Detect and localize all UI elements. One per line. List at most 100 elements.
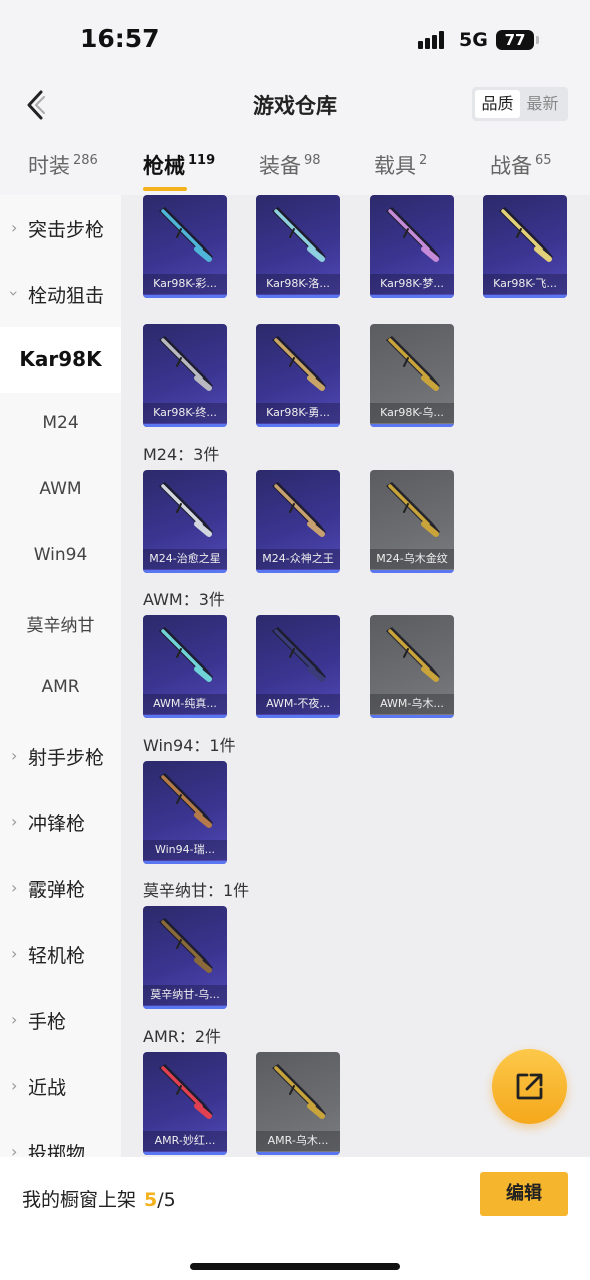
rifle-icon <box>272 207 326 262</box>
share-icon <box>516 1073 543 1100</box>
weapon-type-sidebar: › 突击步枪 › 栓动狙击 Kar98K M24 AWM Win94 莫辛纳甘 AM… <box>0 195 121 1157</box>
signal-icon <box>418 31 448 49</box>
sort-toggle: 品质 最新 <box>472 87 568 121</box>
weapon-card[interactable]: Kar98K-飞... <box>483 195 567 298</box>
weapon-name: 莫辛纳甘-乌... <box>143 985 227 1005</box>
weapon-card[interactable]: M24-众神之王 <box>256 470 340 573</box>
chevron-right-icon: › <box>11 746 18 765</box>
rarity-underline <box>256 295 340 298</box>
tab-count: 286 <box>73 153 98 168</box>
rifle-icon <box>159 207 213 262</box>
share-button[interactable] <box>492 1049 567 1124</box>
chevron-down-icon: › <box>4 290 24 297</box>
weapon-card[interactable]: Kar98K-彩... <box>143 195 227 298</box>
weapon-card[interactable]: M24-治愈之星 <box>143 470 227 573</box>
rifle-icon <box>159 336 213 391</box>
bottom-bar: 我的橱窗上架 5/5 编辑 <box>0 1157 590 1280</box>
rifle-icon <box>272 627 326 682</box>
sidebar-item-lmg[interactable]: › 轻机枪 <box>0 921 121 987</box>
rarity-underline <box>143 424 227 427</box>
weapon-name: AWM-纯真... <box>143 694 227 714</box>
sort-quality-option[interactable]: 品质 <box>475 90 520 118</box>
rarity-underline <box>143 861 227 864</box>
sidebar-item-label: 莫辛纳甘 <box>26 616 95 636</box>
weapon-card[interactable]: Kar98K-梦... <box>370 195 454 298</box>
chevron-right-icon: › <box>11 944 18 963</box>
sidebar-item-label: 近战 <box>28 1077 67 1099</box>
section-title-amr: AMR：2件 <box>143 1027 222 1046</box>
home-indicator <box>190 1263 400 1270</box>
sidebar-item-throwable[interactable]: › 投掷物 <box>0 1119 121 1157</box>
rarity-underline <box>143 715 227 718</box>
sidebar-item-label: 栓动狙击 <box>28 285 105 307</box>
sort-newest-option[interactable]: 最新 <box>520 90 565 118</box>
rarity-underline <box>256 424 340 427</box>
sidebar-item-amr[interactable]: AMR <box>0 657 121 723</box>
weapon-name: Kar98K-彩... <box>143 274 227 294</box>
sidebar-item-kar98k[interactable]: Kar98K <box>0 327 121 393</box>
battery-icon: 77 <box>496 30 539 50</box>
rifle-icon <box>386 336 440 391</box>
category-tabs: 时装 286 枪械 119 装备 98 载具 2 战备 65 <box>0 140 590 192</box>
tab-gear[interactable]: 战备 65 <box>490 150 552 180</box>
sidebar-item-label: Kar98K <box>19 347 102 371</box>
sidebar-item-awm[interactable]: AWM <box>0 459 121 525</box>
rarity-underline <box>370 295 454 298</box>
sidebar-item-pistol[interactable]: › 手枪 <box>0 987 121 1053</box>
weapon-card[interactable]: 莫辛纳甘-乌... <box>143 906 227 1009</box>
showcase-total: /5 <box>157 1189 176 1211</box>
weapon-name: Kar98K-梦... <box>370 274 454 294</box>
weapon-card[interactable]: Kar98K-乌... <box>370 324 454 427</box>
sidebar-item-mosin[interactable]: 莫辛纳甘 <box>0 591 121 657</box>
rarity-underline <box>143 295 227 298</box>
weapon-card[interactable]: AMR-乌木... <box>256 1052 340 1155</box>
sidebar-item-label: 投掷物 <box>28 1143 86 1157</box>
rifle-icon <box>159 627 213 682</box>
weapon-card[interactable]: AWM-不夜... <box>256 615 340 718</box>
rifle-icon <box>386 207 440 262</box>
sidebar-item-bolt-sniper[interactable]: › 栓动狙击 <box>0 261 121 327</box>
rarity-underline <box>256 1152 340 1155</box>
rifle-icon <box>159 773 213 828</box>
weapon-name: M24-乌木金纹 <box>370 549 454 569</box>
sidebar-item-assault-rifle[interactable]: › 突击步枪 <box>0 195 121 261</box>
rifle-icon <box>159 918 213 973</box>
chevron-right-icon: › <box>11 218 18 237</box>
weapon-name: Kar98K-洛... <box>256 274 340 294</box>
tab-equipment[interactable]: 装备 98 <box>259 150 321 180</box>
rifle-icon <box>386 627 440 682</box>
status-bar: 16:57 5G 77 <box>0 0 590 80</box>
showcase-label: 我的橱窗上架 <box>22 1189 137 1211</box>
weapon-card[interactable]: AWM-乌木... <box>370 615 454 718</box>
sidebar-item-win94[interactable]: Win94 <box>0 525 121 591</box>
weapon-card[interactable]: AMR-妙红... <box>143 1052 227 1155</box>
sidebar-item-melee[interactable]: › 近战 <box>0 1053 121 1119</box>
tab-count: 119 <box>188 153 216 168</box>
weapon-name: Kar98K-终... <box>143 403 227 423</box>
tab-fashion[interactable]: 时装 286 <box>28 150 98 180</box>
weapon-name: Kar98K-乌... <box>370 403 454 423</box>
weapon-card[interactable]: M24-乌木金纹 <box>370 470 454 573</box>
sidebar-item-m24[interactable]: M24 <box>0 393 121 459</box>
tab-vehicles[interactable]: 载具 2 <box>374 150 427 180</box>
edit-button[interactable]: 编辑 <box>480 1172 568 1216</box>
tab-weapons[interactable]: 枪械 119 <box>143 150 216 191</box>
sidebar-item-smg[interactable]: › 冲锋枪 <box>0 789 121 855</box>
rarity-underline <box>370 570 454 573</box>
sidebar-item-marksman-rifle[interactable]: › 射手步枪 <box>0 723 121 789</box>
weapon-card[interactable]: Win94-瑞... <box>143 761 227 864</box>
weapon-card[interactable]: Kar98K-洛... <box>256 195 340 298</box>
sidebar-item-label: 射手步枪 <box>28 747 105 769</box>
rifle-icon <box>272 482 326 537</box>
weapon-card[interactable]: Kar98K-终... <box>143 324 227 427</box>
weapon-name: Kar98K-飞... <box>483 274 567 294</box>
weapon-name: AWM-不夜... <box>256 694 340 714</box>
rifle-icon <box>499 207 553 262</box>
weapon-name: AMR-妙红... <box>143 1131 227 1151</box>
weapon-name: M24-治愈之星 <box>143 549 227 569</box>
sidebar-item-shotgun[interactable]: › 霰弹枪 <box>0 855 121 921</box>
weapon-card[interactable]: Kar98K-勇... <box>256 324 340 427</box>
weapon-name: Win94-瑞... <box>143 840 227 860</box>
tab-label: 装备 <box>259 154 301 178</box>
weapon-card[interactable]: AWM-纯真... <box>143 615 227 718</box>
